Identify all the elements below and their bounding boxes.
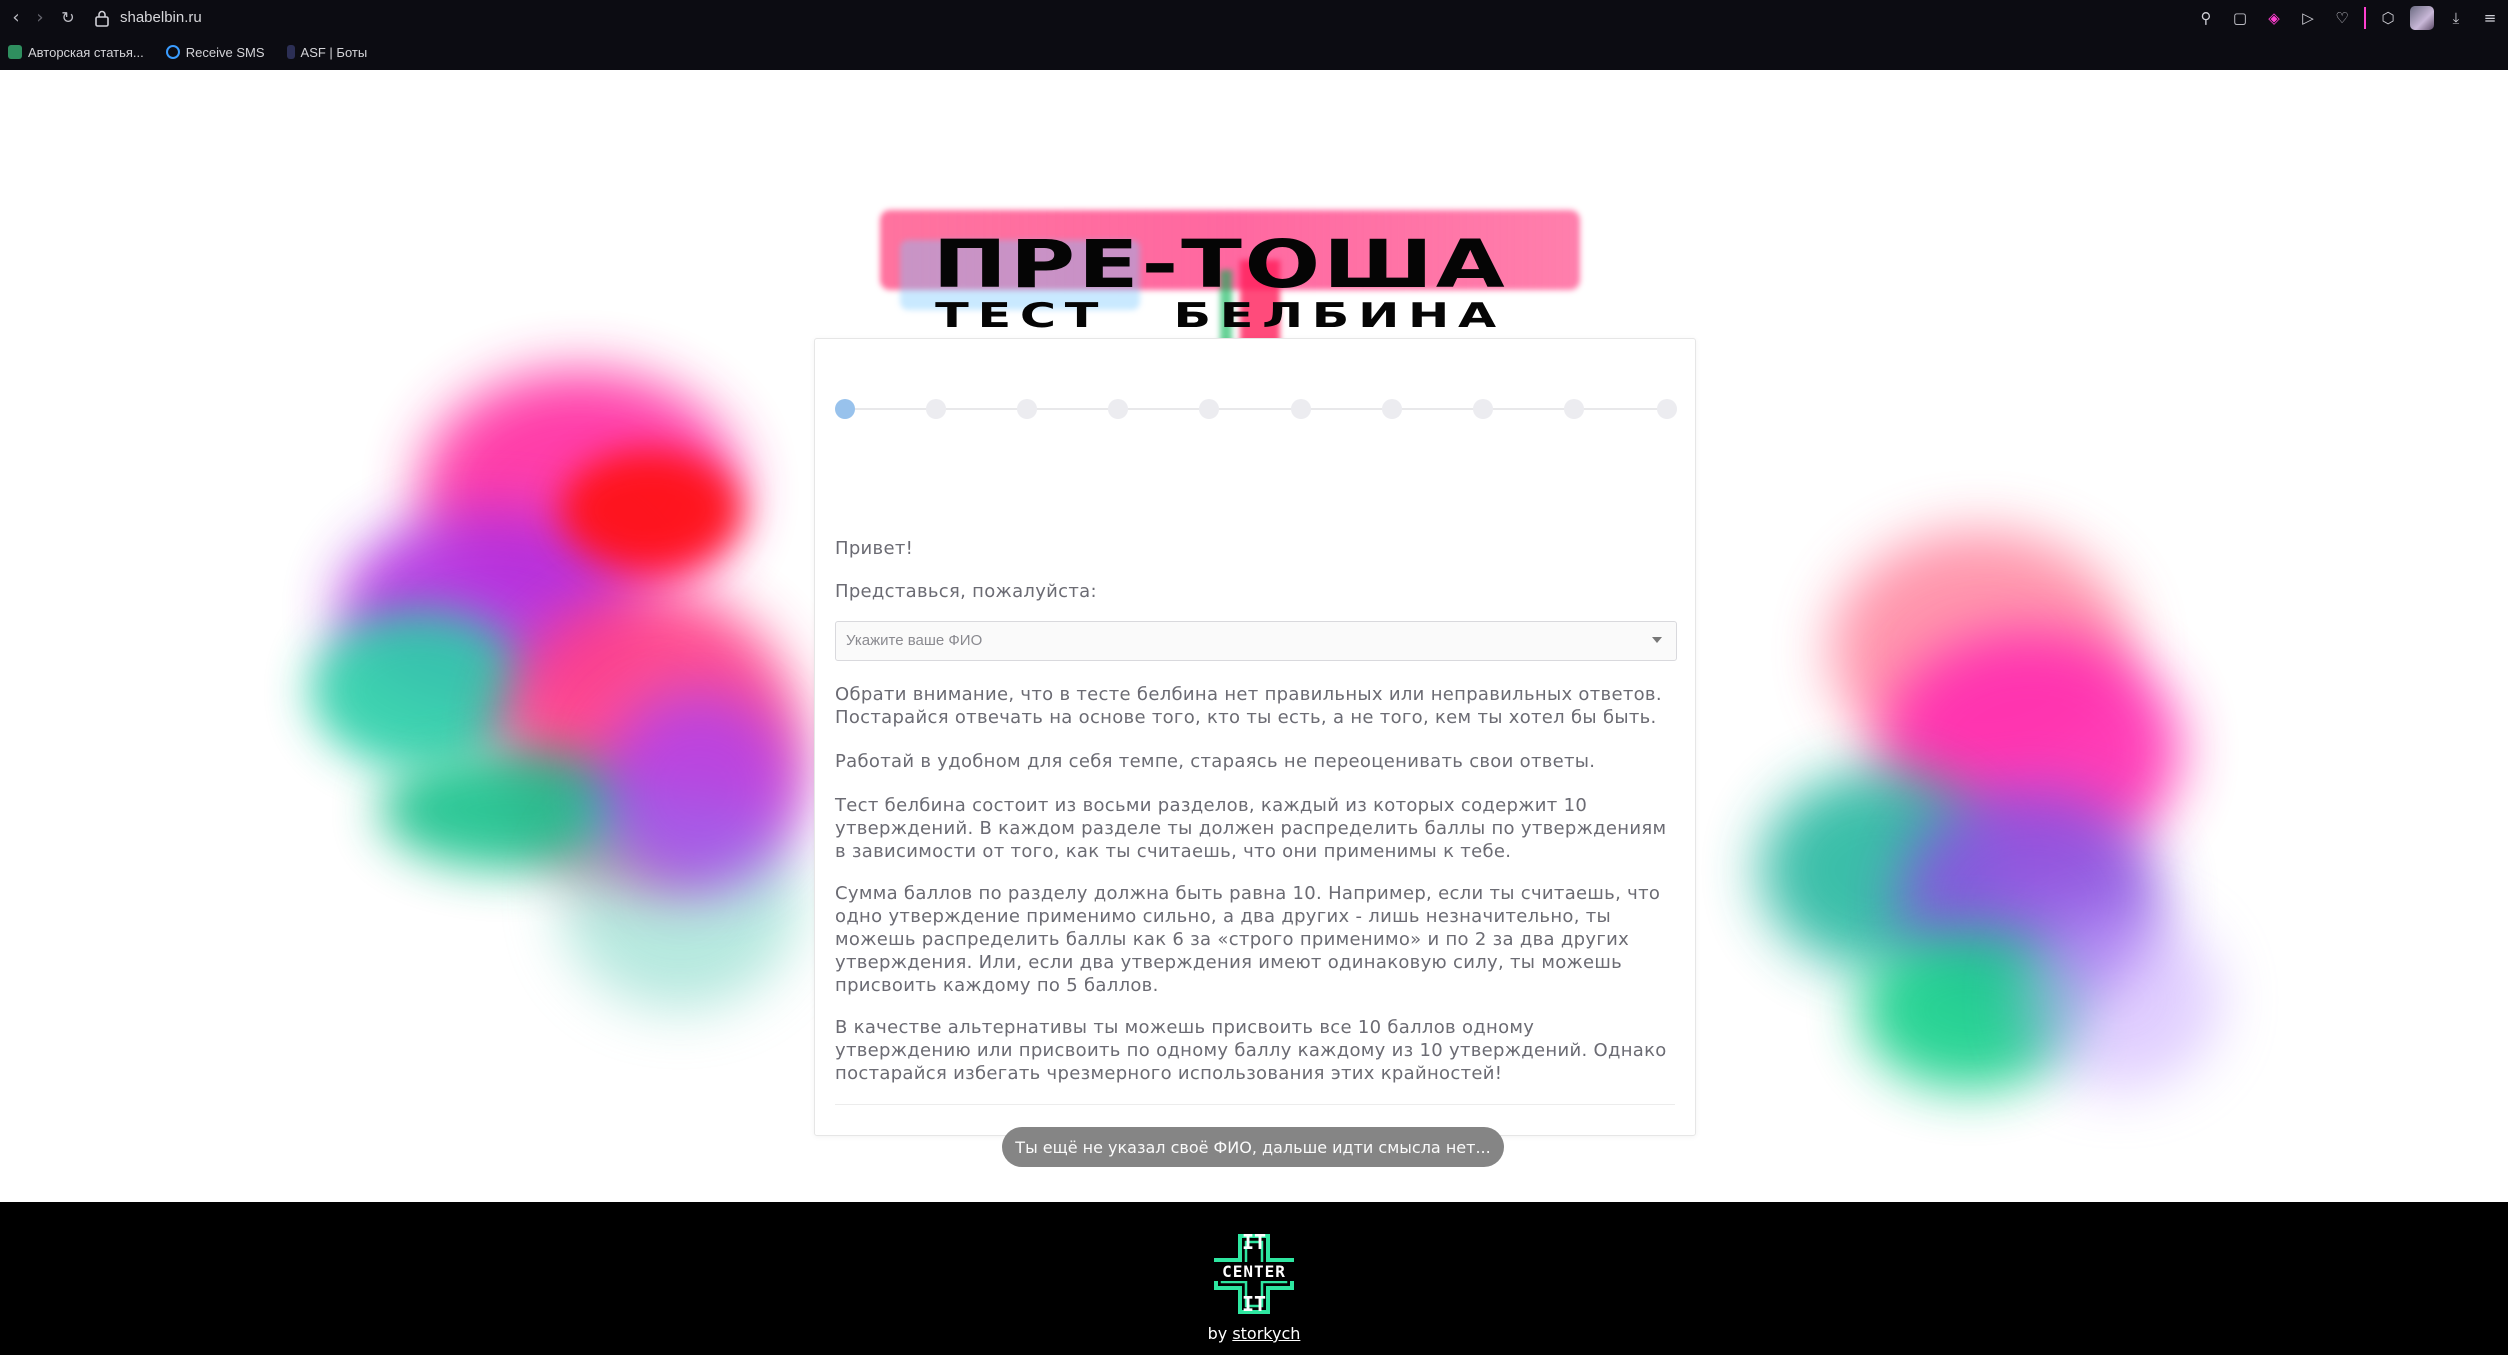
bookmark-label: ASF | Боты <box>300 44 368 60</box>
leaf-icon <box>8 45 22 59</box>
profile-avatar[interactable] <box>2410 6 2434 30</box>
page-content: ПРЕ-ТОША ТЕСТ БЕЛБИНА Привет! Представьс… <box>0 70 2508 1202</box>
address-bar[interactable]: shabelbin.ru <box>120 9 202 26</box>
pocket-icon[interactable]: ◈ <box>2262 6 2286 30</box>
step-dot-5 <box>1199 399 1219 419</box>
bookmark-label: Авторская статья... <box>28 44 144 60</box>
menu-icon[interactable]: ≡ <box>2478 6 2502 30</box>
back-icon[interactable]: ‹ <box>4 6 28 30</box>
page-subtitle: ТЕСТ БЕЛБИНА <box>935 296 1505 336</box>
step-dot-2 <box>926 399 946 419</box>
step-dot-9 <box>1564 399 1584 419</box>
page-title: ПРЕ-ТОША <box>932 226 1508 303</box>
bot-icon <box>286 45 295 59</box>
name-select[interactable]: Укажите ваше ФИО <box>835 621 1677 661</box>
select-placeholder: Укажите ваше ФИО <box>846 632 983 649</box>
step-dot-6 <box>1291 399 1311 419</box>
author-credit: by storkych <box>0 1324 2508 1343</box>
reload-icon[interactable]: ↻ <box>56 6 80 30</box>
next-button[interactable]: Ты ещё не указал своё ФИО, дальше идти с… <box>1002 1127 1504 1167</box>
info-paragraph: Тест белбина состоит из восьми разделов,… <box>835 795 1667 862</box>
chevron-down-icon <box>1652 637 1662 643</box>
hero-header: ПРЕ-ТОША ТЕСТ БЕЛБИНА <box>860 130 1580 360</box>
logo-bottom-text: IT <box>1241 1292 1267 1316</box>
it-center-logo[interactable]: IT CENTER IT <box>1212 1230 1296 1316</box>
decor-blob <box>600 690 800 890</box>
footer: IT CENTER IT by storkych <box>0 1202 2508 1355</box>
power-icon <box>165 45 180 59</box>
play-icon[interactable]: ▷ <box>2296 6 2320 30</box>
info-paragraph: В качестве альтернативы ты можешь присво… <box>835 1017 1667 1084</box>
author-link[interactable]: storkych <box>1232 1324 1300 1343</box>
bookmark-item[interactable]: Receive SMS <box>165 44 265 60</box>
info-paragraph: Работай в удобном для себя темпе, старая… <box>835 751 1596 772</box>
step-dot-1 <box>835 399 855 419</box>
browser-chrome: ‹ › ↻ shabelbin.ru ⚲ ▢ ◈ ▷ ♡ ⬡ ⤓ ≡ Автор… <box>0 0 2508 70</box>
greeting-text: Привет! <box>835 538 914 559</box>
bookmark-item[interactable]: Авторская статья... <box>8 45 144 60</box>
forward-icon[interactable]: › <box>28 6 52 30</box>
browser-toolbar: ‹ › ↻ shabelbin.ru ⚲ ▢ ◈ ▷ ♡ ⬡ ⤓ ≡ <box>0 0 2508 36</box>
pin-icon[interactable]: ⚲ <box>2194 6 2218 30</box>
name-prompt: Представься, пожалуйста: <box>835 581 1097 602</box>
steps-line <box>845 408 1659 410</box>
step-dot-4 <box>1108 399 1128 419</box>
bookmark-label: Receive SMS <box>185 44 265 60</box>
progress-steps <box>835 399 1677 419</box>
divider <box>835 1104 1675 1105</box>
toolbar-separator <box>2364 7 2366 29</box>
info-paragraph: Обрати внимание, что в тесте белбина нет… <box>835 684 1662 728</box>
extensions-icon[interactable]: ⬡ <box>2376 6 2400 30</box>
decor-blob <box>560 450 740 570</box>
screenshot-icon[interactable]: ▢ <box>2228 6 2252 30</box>
logo-mid-text: CENTER <box>1212 1262 1296 1281</box>
info-paragraph: Сумма баллов по разделу должна быть равн… <box>835 883 1661 996</box>
by-prefix: by <box>1207 1324 1228 1343</box>
step-dot-3 <box>1017 399 1037 419</box>
lock-icon <box>95 10 109 27</box>
step-dot-7 <box>1382 399 1402 419</box>
browser-actions: ⚲ ▢ ◈ ▷ ♡ ⬡ ⤓ ≡ <box>2194 6 2502 30</box>
bookmarks-bar: Авторская статья... Receive SMS ASF | Бо… <box>0 38 367 66</box>
decor-blob <box>310 610 530 770</box>
heart-icon[interactable]: ♡ <box>2330 6 2354 30</box>
logo-top-text: IT <box>1241 1230 1267 1254</box>
decor-blob <box>2020 910 2220 1090</box>
step-dot-8 <box>1473 399 1493 419</box>
test-form-card: Привет! Представься, пожалуйста: Укажите… <box>814 338 1696 1167</box>
step-dot-10 <box>1657 399 1677 419</box>
bookmark-item[interactable]: ASF | Боты <box>286 44 368 60</box>
download-icon[interactable]: ⤓ <box>2444 6 2468 30</box>
